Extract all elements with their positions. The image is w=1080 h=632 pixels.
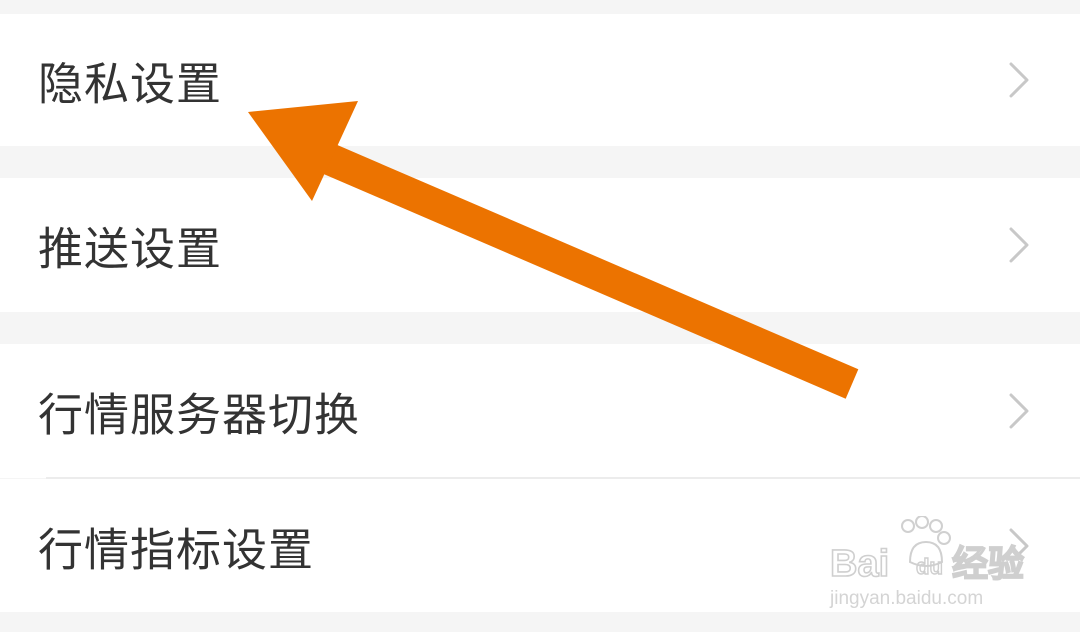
chevron-right-icon [1009,393,1029,429]
market-server-switch-label: 行情服务器切换 [38,388,361,442]
market-server-switch-row[interactable]: 行情服务器切换 [0,344,1080,478]
chevron-right-icon [1009,62,1029,98]
privacy-settings-label: 隐私设置 [38,57,223,111]
privacy-settings-row[interactable]: 隐私设置 [0,14,1080,146]
push-settings-label: 推送设置 [38,222,223,276]
chevron-right-icon [1009,528,1029,563]
market-indicator-settings-label: 行情指标设置 [38,523,315,576]
chevron-right-icon [1009,227,1029,263]
market-indicator-settings-row[interactable]: 行情指标设置 [0,479,1080,612]
push-settings-row[interactable]: 推送设置 [0,178,1080,312]
